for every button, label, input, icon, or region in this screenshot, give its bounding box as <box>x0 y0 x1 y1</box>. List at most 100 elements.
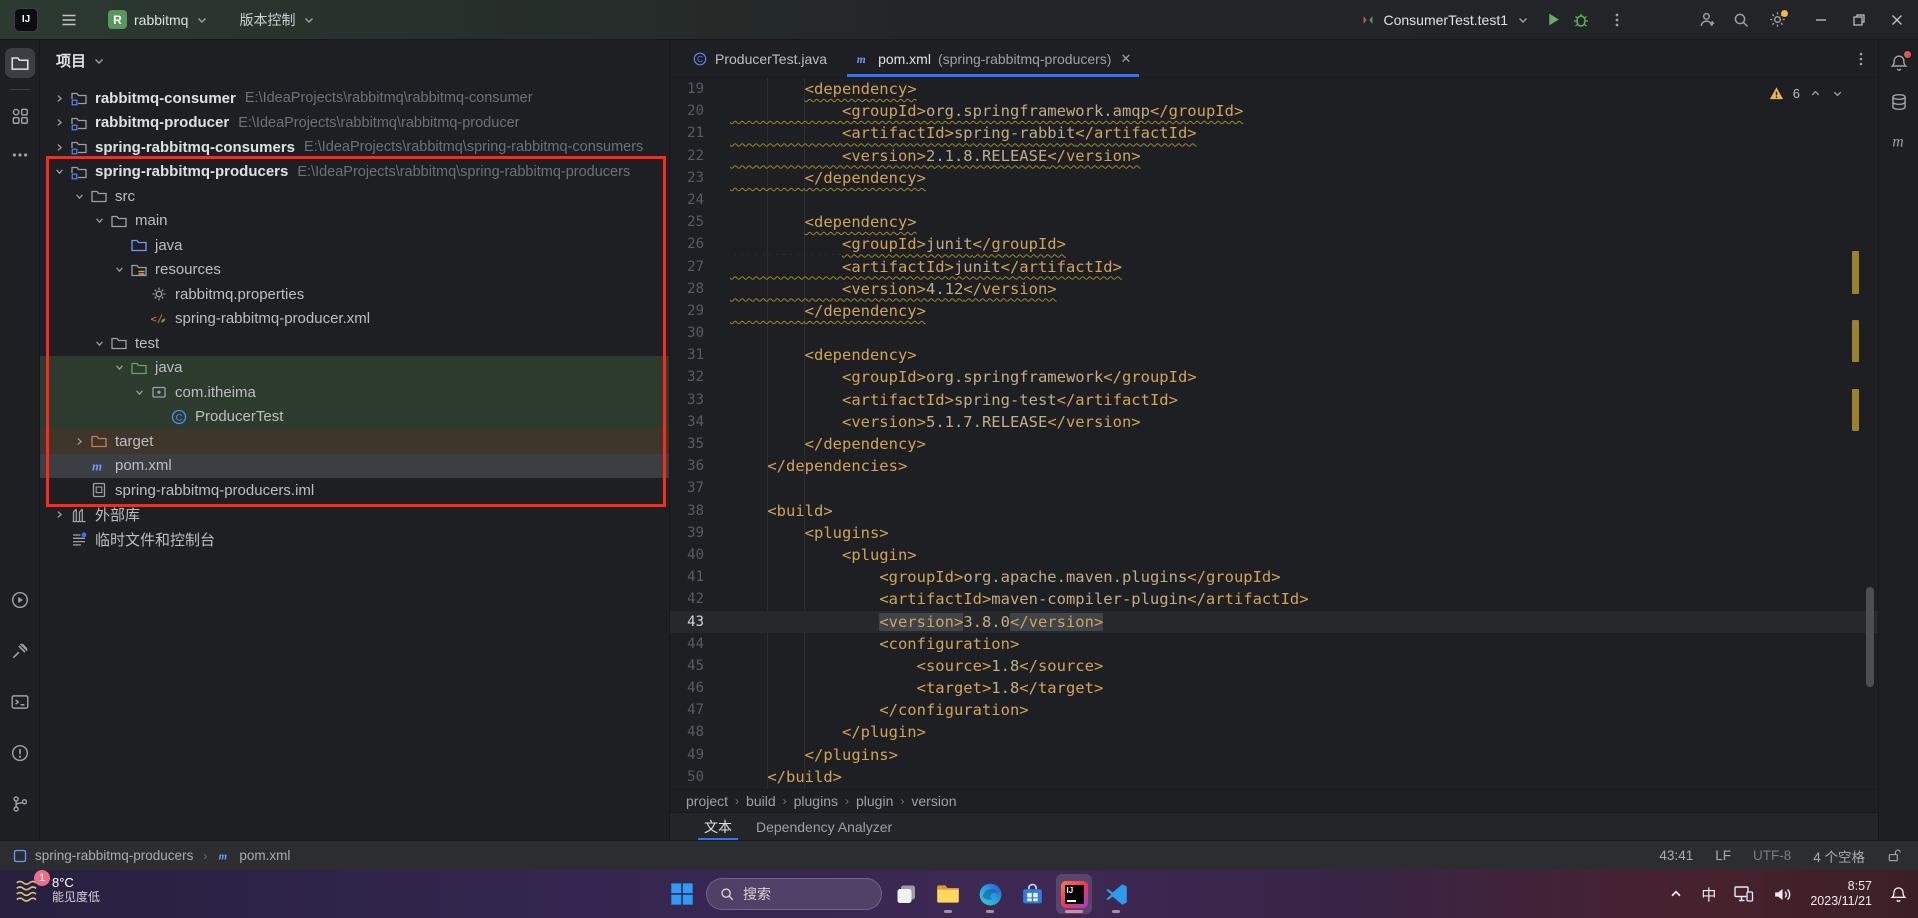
notifications-button[interactable] <box>1884 48 1914 78</box>
intellij-idea-button[interactable]: IJ <box>1056 874 1092 914</box>
chevron-down-icon[interactable] <box>90 212 109 229</box>
code-line-31[interactable]: 31 <dependency> <box>670 344 1878 366</box>
tree-item-spring-rabbitmq-producers.iml[interactable]: spring-rabbitmq-producers.iml <box>40 478 669 503</box>
code-line-23[interactable]: 23 </dependency> <box>670 167 1878 189</box>
indent-setting[interactable]: 4 个空格 <box>1813 846 1865 866</box>
code-line-21[interactable]: 21 <artifactId>spring-rabbit</artifactId… <box>670 122 1878 144</box>
code-line-40[interactable]: 40 <plugin> <box>670 544 1878 566</box>
code-line-22[interactable]: 22 <version>2.1.8.RELEASE</version> <box>670 145 1878 167</box>
chevron-down-icon[interactable] <box>110 359 129 376</box>
tree-item-spring-rabbitmq-producer.xml[interactable]: </ spring-rabbitmq-producer.xml <box>40 307 669 332</box>
tab-list-button[interactable] <box>1844 40 1878 77</box>
chevron-right-icon[interactable] <box>50 139 69 156</box>
more-actions-button[interactable] <box>1606 9 1628 31</box>
tree-item-rabbitmq-producer[interactable]: rabbitmq-producer E:\IdeaProjects\rabbitm… <box>40 111 669 136</box>
chevron-down-icon[interactable] <box>130 384 149 401</box>
tray-expand-icon[interactable] <box>1668 886 1684 902</box>
tree-item-com.itheima[interactable]: com.itheima <box>40 380 669 405</box>
code-with-me-button[interactable] <box>1696 9 1718 31</box>
taskbar-search[interactable]: 搜索 <box>706 878 882 910</box>
chevron-right-icon[interactable] <box>70 433 89 450</box>
run-configuration-widget[interactable]: ConsumerTest.test1 <box>1360 12 1531 28</box>
tree-item-rabbitmq.properties[interactable]: rabbitmq.properties <box>40 282 669 307</box>
chevron-down-icon[interactable] <box>50 163 69 180</box>
code-line-27[interactable]: 27 <artifactId>junit</artifactId> <box>670 256 1878 278</box>
settings-button[interactable] <box>1766 9 1788 31</box>
main-menu-button[interactable] <box>58 9 80 31</box>
tree-item-spring-rabbitmq-consumers[interactable]: spring-rabbitmq-consumers E:\IdeaProjects… <box>40 135 669 160</box>
status-file-name[interactable]: pom.xml <box>239 848 290 863</box>
code-line-50[interactable]: 50 </build> <box>670 766 1878 788</box>
tree-item-src[interactable]: src <box>40 184 669 209</box>
code-line-43[interactable]: 43 <version>3.8.0</version> <box>670 610 1878 633</box>
window-restore-button[interactable] <box>1844 6 1874 34</box>
code-line-39[interactable]: 39 <plugins> <box>670 522 1878 544</box>
tree-item-resources[interactable]: resources <box>40 258 669 283</box>
notification-bell-icon[interactable] <box>1889 885 1908 904</box>
tree-item-外部库[interactable]: 外部库 <box>40 503 669 528</box>
debug-button[interactable] <box>1570 9 1592 31</box>
tree-item-ProducerTest[interactable]: C ProducerTest <box>40 404 669 429</box>
next-warning-icon[interactable] <box>1831 87 1844 100</box>
terminal-toolwindow-button[interactable] <box>5 687 35 717</box>
tree-item-java[interactable]: java <box>40 233 669 258</box>
file-encoding[interactable]: UTF-8 <box>1753 848 1791 863</box>
project-switcher[interactable]: R rabbitmq <box>100 6 217 33</box>
line-ending[interactable]: LF <box>1715 848 1731 863</box>
code-line-44[interactable]: 44 <configuration> <box>670 633 1878 655</box>
file-explorer-button[interactable] <box>930 874 966 914</box>
code-line-30[interactable]: 30 <box>670 322 1878 344</box>
code-line-35[interactable]: 35 </dependency> <box>670 433 1878 455</box>
code-line-37[interactable]: 37 <box>670 477 1878 499</box>
microsoft-store-button[interactable] <box>1014 874 1050 914</box>
code-line-34[interactable]: 34 <version>5.1.7.RELEASE</version> <box>670 411 1878 433</box>
tab-text[interactable]: 文本 <box>692 813 744 840</box>
code-line-38[interactable]: 38 <build> <box>670 500 1878 522</box>
breadcrumb-item[interactable]: project <box>682 793 732 809</box>
code-line-25[interactable]: 25 <dependency> <box>670 211 1878 233</box>
caret-position[interactable]: 43:41 <box>1659 848 1693 863</box>
code-line-20[interactable]: 20 <groupId>org.springframework.amqp</gr… <box>670 100 1878 122</box>
version-control-toolwindow-button[interactable] <box>5 789 35 819</box>
tree-item-test[interactable]: test <box>40 331 669 356</box>
clock-widget[interactable]: 8:57 2023/11/21 <box>1810 879 1872 909</box>
tab-producertest-java[interactable]: C ProducerTest.java <box>678 40 841 77</box>
more-toolwindows-button[interactable] <box>5 140 35 170</box>
code-line-41[interactable]: 41 <groupId>org.apache.maven.plugins</gr… <box>670 566 1878 588</box>
tree-item-rabbitmq-consumer[interactable]: rabbitmq-consumer E:\IdeaProjects\rabbitm… <box>40 86 669 111</box>
warning-stripe-mark[interactable] <box>1852 320 1859 362</box>
tab-pom-xml[interactable]: m pom.xml (spring-rabbitmq-producers) ✕ <box>841 40 1145 77</box>
code-line-49[interactable]: 49 </plugins> <box>670 744 1878 766</box>
tree-item-target[interactable]: target <box>40 429 669 454</box>
database-toolwindow-button[interactable] <box>1884 87 1914 117</box>
weather-widget[interactable]: 1 8°C 能见度低 <box>12 870 100 906</box>
chevron-right-icon[interactable] <box>50 90 69 107</box>
structure-toolwindow-button[interactable] <box>5 101 35 131</box>
network-icon[interactable] <box>1733 884 1755 904</box>
code-line-26[interactable]: 26 <groupId>junit</groupId> <box>670 233 1878 255</box>
window-close-button[interactable] <box>1882 6 1912 34</box>
editor-scrollbar[interactable] <box>1866 587 1874 687</box>
warning-stripe-mark[interactable] <box>1852 389 1859 431</box>
code-line-19[interactable]: 19 <dependency> <box>670 78 1878 100</box>
code-line-28[interactable]: 28 <version>4.12</version> <box>670 278 1878 300</box>
start-button[interactable] <box>664 874 700 914</box>
tab-close-icon[interactable]: ✕ <box>1120 51 1131 67</box>
tree-item-pom.xml[interactable]: m pom.xml <box>40 453 669 478</box>
unlock-icon[interactable] <box>1887 848 1902 863</box>
project-panel-header[interactable]: 项目 <box>56 50 106 71</box>
code-line-29[interactable]: 29 </dependency> <box>670 300 1878 322</box>
inspections-widget[interactable]: 6 <box>1769 86 1844 101</box>
code-line-48[interactable]: 48 </plugin> <box>670 721 1878 743</box>
tab-dependency-analyzer[interactable]: Dependency Analyzer <box>744 813 904 840</box>
build-toolwindow-button[interactable] <box>5 636 35 666</box>
search-everywhere-button[interactable] <box>1730 9 1752 31</box>
task-view-button[interactable] <box>888 874 924 914</box>
vcs-widget[interactable]: 版本控制 <box>231 6 324 34</box>
chevron-down-icon[interactable] <box>90 335 109 352</box>
chevron-right-icon[interactable] <box>50 506 69 523</box>
ime-indicator[interactable]: 中 <box>1701 884 1716 905</box>
chevron-right-icon[interactable] <box>50 114 69 131</box>
breadcrumb-item[interactable]: plugin <box>852 793 897 809</box>
tree-item-临时文件和控制台[interactable]: 临时文件和控制台 <box>40 527 669 552</box>
